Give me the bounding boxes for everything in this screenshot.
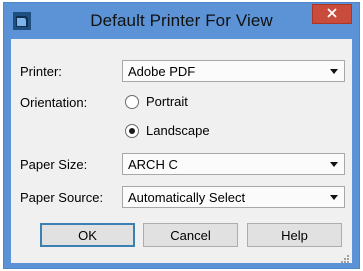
printer-label: Printer: [20, 64, 62, 79]
close-button[interactable] [312, 4, 352, 24]
portrait-label: Portrait [146, 94, 188, 109]
radio-selected-dot [129, 128, 135, 134]
paper-source-value: Automatically Select [128, 190, 246, 205]
cancel-button[interactable]: Cancel [143, 223, 238, 247]
dialog-window: Default Printer For View Printer: Adobe … [3, 2, 360, 269]
dialog-body: Printer: Adobe PDF Orientation: Portrait… [11, 39, 352, 263]
orientation-label: Orientation: [20, 95, 88, 110]
paper-source-label: Paper Source: [20, 190, 104, 205]
ok-button[interactable]: OK [40, 223, 135, 247]
paper-size-dropdown[interactable]: ARCH C [122, 153, 345, 175]
chevron-down-icon [330, 69, 338, 74]
landscape-radio[interactable] [125, 124, 139, 138]
printer-dropdown[interactable]: Adobe PDF [122, 60, 345, 82]
dialog-title: Default Printer For View [90, 11, 273, 30]
help-button[interactable]: Help [247, 223, 342, 247]
chevron-down-icon [330, 162, 338, 167]
resize-grip-icon[interactable] [340, 251, 350, 263]
paper-source-dropdown[interactable]: Automatically Select [122, 186, 345, 208]
close-icon [327, 5, 337, 23]
portrait-radio[interactable] [125, 95, 139, 109]
paper-size-value: ARCH C [128, 157, 178, 172]
title-bar[interactable]: Default Printer For View [4, 3, 359, 39]
chevron-down-icon [330, 195, 338, 200]
landscape-label: Landscape [146, 123, 210, 138]
paper-size-label: Paper Size: [20, 157, 88, 172]
printer-value: Adobe PDF [128, 64, 196, 79]
